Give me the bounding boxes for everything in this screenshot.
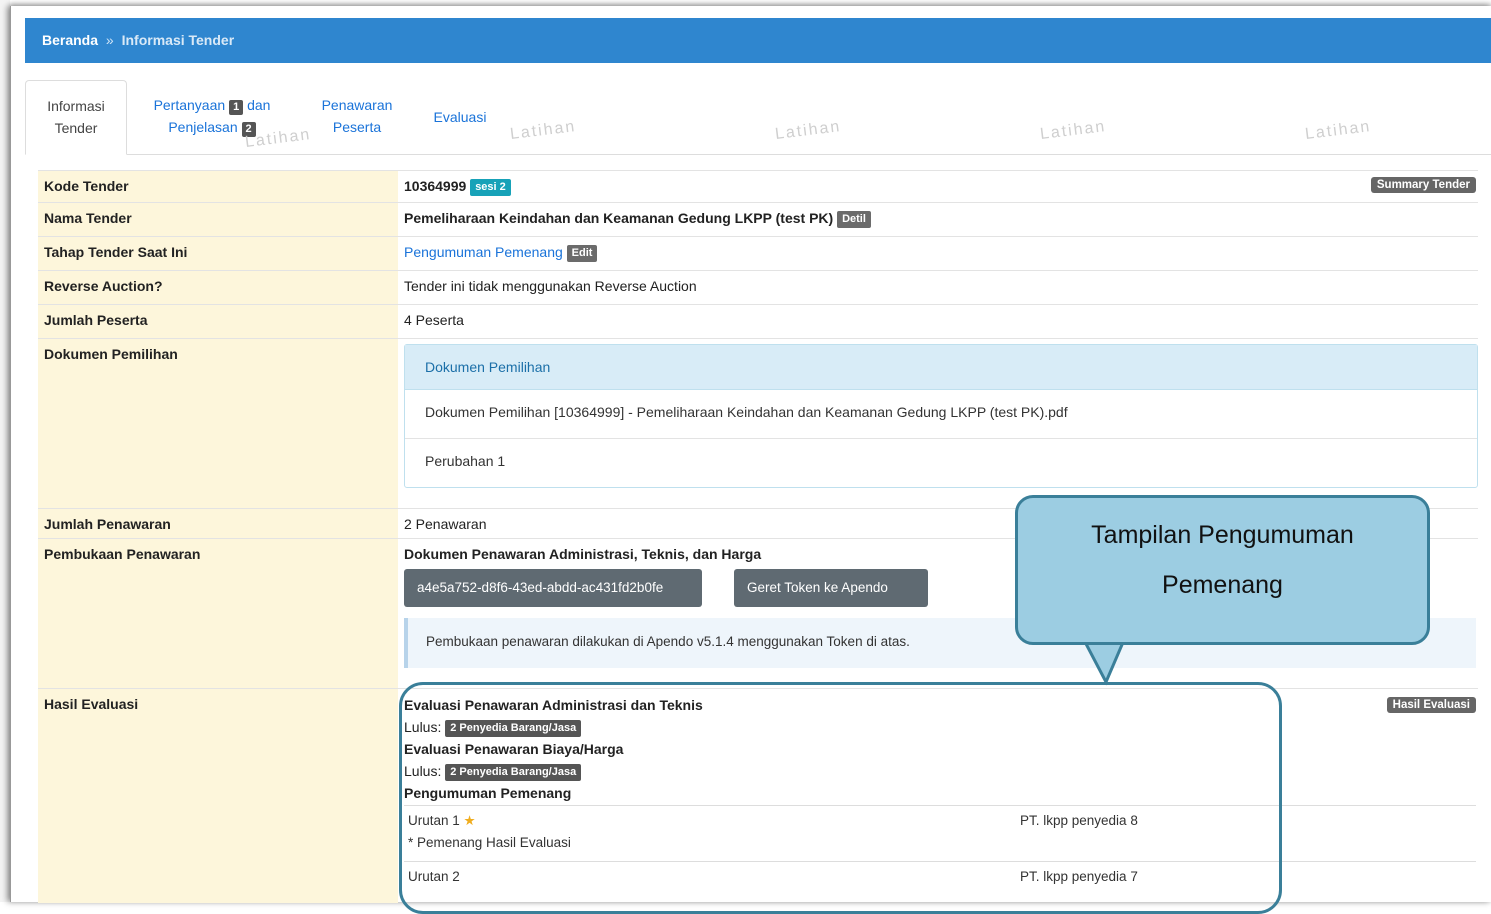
- callout-pointer: [1082, 640, 1126, 686]
- row-label: Kode Tender: [38, 171, 398, 203]
- row-label: Reverse Auction?: [38, 271, 398, 305]
- edit-button[interactable]: Edit: [566, 245, 598, 262]
- breadcrumb-current: Informasi Tender: [121, 32, 235, 48]
- highlight-outline: [399, 682, 1282, 914]
- nama-tender-value: Pemeliharaan Keindahan dan Keamanan Gedu…: [404, 210, 834, 226]
- screen-edge: [0, 0, 10, 902]
- tahap-link[interactable]: Pengumuman Pemenang: [404, 244, 563, 260]
- perubahan-link[interactable]: Perubahan 1: [405, 439, 1477, 487]
- tab-label: Penjelasan: [168, 119, 238, 135]
- tab-label: Pertanyaan: [153, 97, 226, 113]
- row-label: Hasil Evaluasi: [38, 689, 398, 903]
- table-row: Dokumen Pemilihan Dokumen Pemilihan Doku…: [38, 338, 1478, 509]
- table-row: Tahap Tender Saat Ini Pengumuman Pemenan…: [38, 236, 1478, 271]
- breadcrumb-home[interactable]: Beranda: [42, 32, 98, 48]
- row-value: Pengumuman Pemenang Edit: [404, 244, 1478, 262]
- table-row: Reverse Auction? Tender ini tidak menggu…: [38, 270, 1478, 305]
- table-row: Kode Tender 10364999 sesi 2 Summary Tend…: [38, 170, 1478, 203]
- row-label: Pembukaan Penawaran: [38, 539, 398, 689]
- callout-text: Pemenang: [1162, 571, 1283, 599]
- summary-tender-button[interactable]: Summary Tender: [1370, 177, 1476, 193]
- row-label: Jumlah Penawaran: [38, 509, 398, 539]
- breadcrumb-bar: Beranda » Informasi Tender: [25, 18, 1491, 63]
- dokumen-link[interactable]: Dokumen Pemilihan [10364999] - Pemelihar…: [405, 390, 1477, 439]
- tab-penawaran-peserta[interactable]: Penawaran Peserta: [307, 80, 407, 154]
- row-label: Dokumen Pemilihan: [38, 339, 398, 509]
- pembukaan-title: Dokumen Penawaran Administrasi, Teknis, …: [404, 546, 762, 562]
- sesi-badge: sesi 2: [470, 179, 511, 196]
- tab-label: Penawaran: [321, 97, 393, 113]
- token-button[interactable]: a4e5a752-d8f6-43ed-abdd-ac431fd2b0fe: [404, 569, 702, 607]
- detil-button[interactable]: Detil: [837, 211, 871, 228]
- hasil-evaluasi-button[interactable]: Hasil Evaluasi: [1386, 697, 1476, 713]
- tab-label: dan: [247, 97, 271, 113]
- tab-label: Peserta: [332, 119, 382, 135]
- table-row: Jumlah Peserta 4 Peserta: [38, 304, 1478, 339]
- dokumen-panel: Dokumen Pemilihan Dokumen Pemilihan [103…: [404, 344, 1478, 488]
- tab-informasi-tender[interactable]: Informasi Tender: [25, 80, 127, 155]
- tab-label: Evaluasi: [433, 109, 487, 125]
- count-badge: 1: [229, 100, 244, 115]
- row-value: Pemeliharaan Keindahan dan Keamanan Gedu…: [404, 210, 1478, 228]
- row-value: 4 Peserta: [404, 312, 464, 328]
- tab-label: Tender: [54, 120, 98, 136]
- row-value: Tender ini tidak menggunakan Reverse Auc…: [404, 278, 697, 294]
- tab-evaluasi[interactable]: Evaluasi: [420, 80, 500, 154]
- row-label: Jumlah Peserta: [38, 305, 398, 339]
- send-token-button[interactable]: Geret Token ke Apendo: [734, 569, 928, 607]
- table-row: Nama Tender Pemeliharaan Keindahan dan K…: [38, 202, 1478, 237]
- breadcrumb-separator: »: [105, 32, 114, 48]
- panel-title: Dokumen Pemilihan: [405, 345, 1477, 390]
- row-label: Nama Tender: [38, 203, 398, 237]
- row-label: Tahap Tender Saat Ini: [38, 237, 398, 271]
- breadcrumb: Beranda » Informasi Tender: [42, 32, 234, 48]
- callout-text: Tampilan Pengumuman: [1091, 521, 1354, 549]
- kode-tender-value: 10364999: [404, 178, 467, 194]
- callout-annotation: Tampilan Pengumuman Pemenang: [1015, 495, 1430, 645]
- row-value: 10364999 sesi 2: [404, 178, 1478, 196]
- tab-label: Informasi: [47, 98, 105, 114]
